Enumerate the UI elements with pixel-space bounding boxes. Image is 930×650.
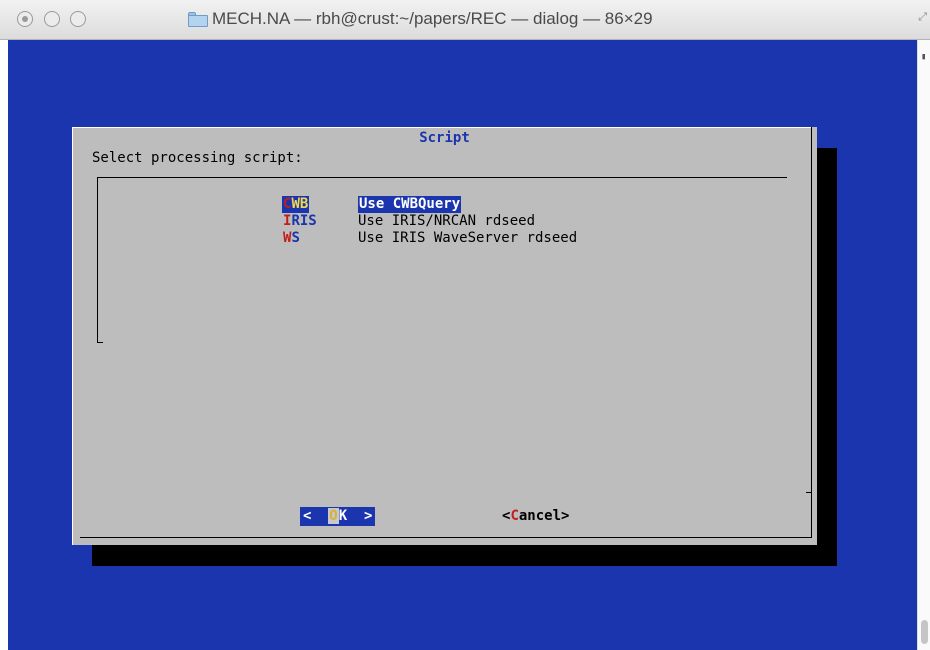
window-zoom-icon[interactable] [70,11,86,27]
dialog-border-bottom [80,537,812,538]
window-titlebar: MECH.NA — rbh@crust:~/papers/REC — dialo… [0,0,930,40]
scroll-thumb[interactable] [921,620,928,644]
ok-button[interactable]: < OK > [300,507,376,526]
window-minimize-icon[interactable] [44,11,60,27]
dialog-title: Script [419,130,470,146]
scroll-marker-icon: ▮ [921,52,927,62]
menu-list-border-left [97,177,98,342]
script-dialog: Script Select processing script: CWB Use… [72,127,817,545]
menu-item-tag: WS [283,230,300,246]
dialog-border-top [72,127,812,128]
menu-item-description: Use IRIS WaveServer rdseed [358,230,578,246]
window-close-icon[interactable] [17,11,33,27]
menu-item-tag: IRIS [283,213,317,229]
dialog-separator-tick [806,492,812,493]
menu-list-corner [97,342,103,343]
dialog-border-left [72,127,73,545]
cancel-button[interactable]: <Cancel> [502,507,569,526]
scrollbar[interactable]: ▮ [917,40,930,650]
dialog-prompt: Select processing script: [92,150,303,166]
window-title: MECH.NA — rbh@crust:~/papers/REC — dialo… [212,9,653,28]
menu-item-tag: CWB [282,196,310,213]
menu-item-description: Use IRIS/NRCAN rdseed [358,213,536,229]
fullscreen-icon[interactable]: ⤢ [918,10,927,24]
menu-list-border-top [97,177,787,178]
menu-item-description: Use CWBQuery [358,196,462,213]
menu-list: CWB Use CWBQuery IRIS Use IRIS/NRCAN rds… [97,177,787,343]
folder-icon [188,12,208,27]
dialog-border-right [811,127,812,537]
